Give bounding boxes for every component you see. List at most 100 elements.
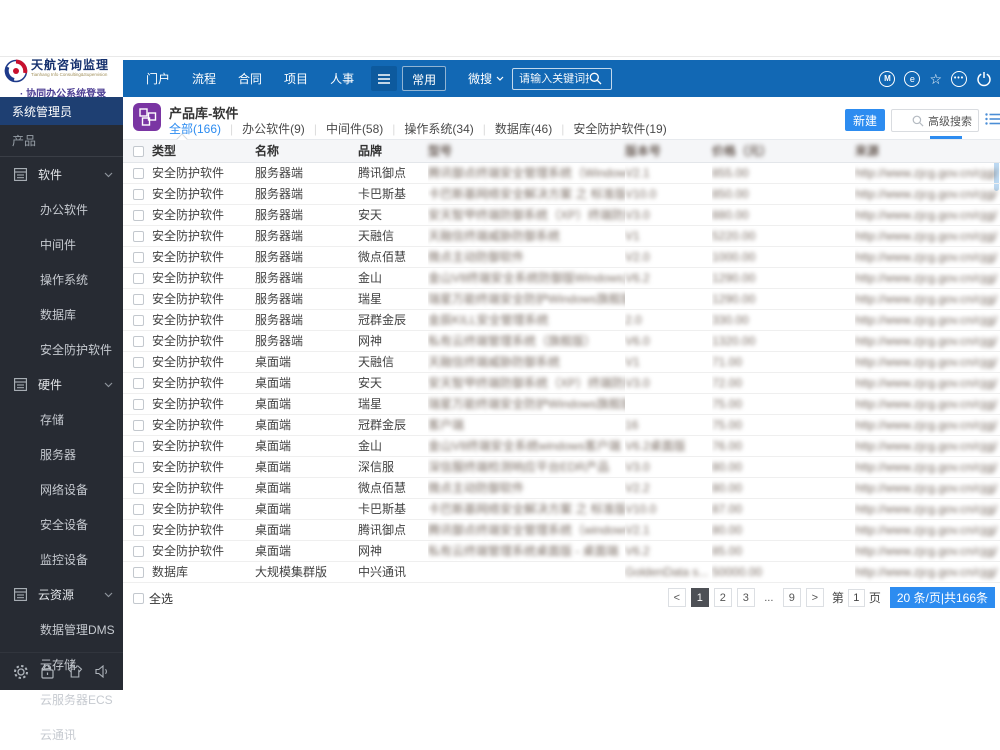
filter-tab-3[interactable]: 操作系统(34) [404, 120, 473, 137]
m-badge-icon[interactable]: M [879, 70, 896, 87]
row-checkbox[interactable] [133, 440, 144, 452]
filter-tab-2[interactable]: 中间件(58) [326, 120, 383, 137]
sidebar-item-0-1[interactable]: 中间件 [0, 227, 123, 262]
sidebar-item-1-2[interactable]: 网络设备 [0, 472, 123, 507]
table-row[interactable]: 安全防护软件 服务器端 金山 金山V8终端安全系统防御版Windows企业版V6.2 1… [123, 267, 1000, 289]
filter-tab-4[interactable]: 数据库(46) [495, 120, 552, 137]
row-checkbox[interactable] [133, 251, 144, 263]
table-row[interactable]: 安全防护软件 服务器端 天融信 天融信终端威胁防御系统 V1 5220.00 http://… [123, 225, 1000, 247]
row-checkbox[interactable] [133, 566, 144, 578]
row-checkbox[interactable] [133, 398, 144, 410]
sidebar-item-1-3[interactable]: 安全设备 [0, 507, 123, 542]
sidebar-item-1-0[interactable]: 存储 [0, 402, 123, 437]
table-row[interactable]: 安全防护软件 服务器端 腾讯御点 腾讯御点终端安全管理系统（Windows版）V2.1… [123, 162, 1000, 184]
column-settings-icon[interactable] [985, 113, 1000, 125]
nav-tab-0[interactable]: 门户 [135, 70, 181, 87]
table-search-input[interactable] [892, 114, 912, 127]
sidebar-item-0-4[interactable]: 安全防护软件 [0, 332, 123, 367]
page-button-x[interactable]: > [805, 588, 824, 607]
sidebar-item-0-0[interactable]: 办公软件 [0, 192, 123, 227]
table-row[interactable]: 安全防护软件 桌面端 冠群金辰 客户端 16 75.00 http://www.zjcg.g… [123, 414, 1000, 436]
gear-icon[interactable] [13, 664, 29, 680]
theme-shirt-icon[interactable] [67, 665, 83, 678]
table-row[interactable]: 安全防护软件 服务器端 网神 私有云终端管理系统（旗舰版） V6.0 1320.00 htt… [123, 330, 1000, 352]
nav-tab-3[interactable]: 项目 [273, 70, 319, 87]
sidebar-item-0-2[interactable]: 操作系统 [0, 262, 123, 297]
page-size-badge[interactable]: 20 条/页|共166条 [889, 587, 995, 608]
sidebar-section-product[interactable]: 产品 [0, 125, 123, 157]
table-row[interactable]: 安全防护软件 桌面端 瑞星 瑞星万能终端安全防护Windows旗舰版 75.00 http… [123, 393, 1000, 415]
filter-tab-0[interactable]: 全部(166) [169, 120, 221, 137]
cell: 80.00 [712, 477, 855, 499]
table-row[interactable]: 安全防护软件 服务器端 微点佰慧 微点主动防御软件 V2.0 1000.00 http://… [123, 246, 1000, 268]
table-row[interactable]: 安全防护软件 服务器端 安天 安天智甲终端防御系统（XP）终端防护 V3.0 880.00… [123, 204, 1000, 226]
more-circle-icon[interactable]: ••• [951, 70, 967, 87]
row-checkbox[interactable] [133, 545, 144, 557]
table-row[interactable]: 数据库 大规模集群版 中兴通讯 GoldenData s... 50000.00 http… [123, 561, 1000, 583]
sidebar-item-2-3[interactable]: 云通讯 [0, 717, 123, 750]
row-checkbox[interactable] [133, 335, 144, 347]
page-button-9[interactable]: 9 [782, 588, 801, 607]
e-badge-icon[interactable]: e [904, 70, 921, 87]
table-search-icon[interactable] [912, 115, 924, 127]
table-row[interactable]: 安全防护软件 服务器端 冠群金辰 金辰KILL安全管理系统 2.0 330.00 http:… [123, 309, 1000, 331]
table-row[interactable]: 安全防护软件 桌面端 微点佰慧 微点主动防御软件 V2.2 80.00 http://www… [123, 477, 1000, 499]
sidebar-item-1-4[interactable]: 监控设备 [0, 542, 123, 577]
table-row[interactable]: 安全防护软件 桌面端 卡巴斯基 卡巴斯基网络安全解决方案 之 标准版（KES...V1… [123, 498, 1000, 520]
sidebar-role-label[interactable]: 系统管理员 [0, 97, 123, 125]
search-icon[interactable] [589, 72, 602, 85]
table-row[interactable]: 安全防护软件 服务器端 卡巴斯基 卡巴斯基网络安全解决方案 之 标准版（K...V10… [123, 183, 1000, 205]
sidebar-item-1-1[interactable]: 服务器 [0, 437, 123, 472]
sidebar-group-1[interactable]: 硬件 [0, 367, 123, 402]
sidebar-item-2-0[interactable]: 数据管理DMS [0, 612, 123, 647]
sidebar-group-2[interactable]: 云资源 [0, 577, 123, 612]
speaker-icon[interactable] [95, 665, 110, 678]
row-checkbox[interactable] [133, 272, 144, 284]
nav-tab-changyong[interactable]: 常用 [402, 66, 447, 91]
table-row[interactable]: 安全防护软件 桌面端 金山 金山V8终端安全系统windows客户端 V6.2桌面版 76… [123, 435, 1000, 457]
favorite-star-icon[interactable]: ☆ [929, 72, 942, 86]
header-checkbox[interactable] [133, 146, 144, 158]
row-checkbox[interactable] [133, 188, 144, 200]
new-button[interactable]: 新建 [845, 109, 885, 131]
row-checkbox[interactable] [133, 419, 144, 431]
row-checkbox[interactable] [133, 524, 144, 536]
select-all-checkbox[interactable] [133, 593, 144, 604]
row-checkbox[interactable] [133, 377, 144, 389]
row-checkbox[interactable] [133, 293, 144, 305]
row-checkbox[interactable] [133, 209, 144, 221]
page-button-3[interactable]: 3 [736, 588, 755, 607]
sidebar-group-0[interactable]: 软件 [0, 157, 123, 192]
global-search-input[interactable] [513, 72, 590, 85]
row-checkbox[interactable] [133, 356, 144, 368]
horizontal-scroll-indicator[interactable] [930, 136, 962, 139]
row-checkbox[interactable] [133, 167, 144, 179]
search-scope-dropdown[interactable]: 微搜 [468, 70, 504, 87]
power-icon[interactable] [976, 71, 992, 87]
row-checkbox[interactable] [133, 461, 144, 473]
nav-menu-button[interactable] [371, 66, 398, 91]
advanced-search-button[interactable]: 高级搜索 [924, 113, 978, 129]
row-checkbox[interactable] [133, 314, 144, 326]
nav-tab-2[interactable]: 合同 [227, 70, 273, 87]
row-checkbox[interactable] [133, 482, 144, 494]
table-row[interactable]: 安全防护软件 桌面端 深信服 深信服终端检测响应平台EDR产品 V3.0 80.00 htt… [123, 456, 1000, 478]
table-row[interactable]: 安全防护软件 桌面端 天融信 天融信终端威胁防御系统 V1 71.00 http://www… [123, 351, 1000, 373]
sidebar-item-0-3[interactable]: 数据库 [0, 297, 123, 332]
page-button-x[interactable]: < [667, 588, 686, 607]
global-search-box[interactable] [512, 67, 613, 90]
table-row[interactable]: 安全防护软件 服务器端 瑞星 瑞星万能终端安全防护Windows旗舰版 1290.00 h… [123, 288, 1000, 310]
lock-icon[interactable] [41, 664, 54, 679]
filter-tab-5[interactable]: 安全防护软件(19) [573, 120, 666, 137]
row-checkbox[interactable] [133, 503, 144, 515]
nav-tab-1[interactable]: 流程 [181, 70, 227, 87]
page-jump-input[interactable]: 1 [847, 588, 865, 607]
table-row[interactable]: 安全防护软件 桌面端 安天 安天智甲终端防御系统（XP）终端防护 V3.0 72.00 ht… [123, 372, 1000, 394]
table-row[interactable]: 安全防护软件 桌面端 网神 私有云终端管理系统桌面版 - 桌面端 V6.2 85.00 ht… [123, 540, 1000, 562]
filter-tab-1[interactable]: 办公软件(9) [242, 120, 305, 137]
page-button-1[interactable]: 1 [690, 588, 709, 607]
page-button-2[interactable]: 2 [713, 588, 732, 607]
row-checkbox[interactable] [133, 230, 144, 242]
table-row[interactable]: 安全防护软件 桌面端 腾讯御点 腾讯御点终端安全管理系统（windows版）V2.1V… [123, 519, 1000, 541]
nav-tab-4[interactable]: 人事 [319, 70, 365, 87]
